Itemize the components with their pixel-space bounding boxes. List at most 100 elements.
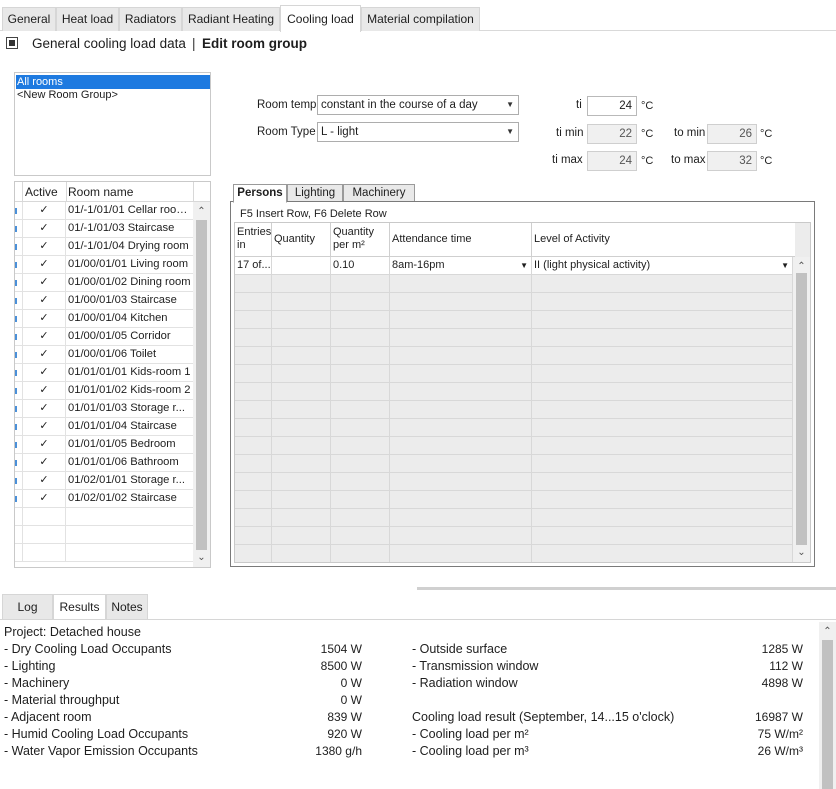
chevron-up-icon[interactable]: ⌃ bbox=[193, 206, 210, 218]
tab-material-compilation[interactable]: Material compilation bbox=[361, 7, 480, 31]
tab-heat-load[interactable]: Heat load bbox=[56, 7, 119, 31]
empty-row[interactable] bbox=[235, 275, 793, 293]
tab-cooling-load[interactable]: Cooling load bbox=[280, 5, 361, 32]
column-quantity-per-m2[interactable]: Quantity per m² bbox=[331, 223, 390, 257]
empty-cell[interactable] bbox=[532, 491, 793, 509]
empty-cell[interactable] bbox=[272, 275, 331, 293]
chevron-up-icon[interactable]: ⌃ bbox=[793, 261, 810, 273]
empty-cell[interactable] bbox=[331, 437, 390, 455]
empty-cell[interactable] bbox=[331, 473, 390, 491]
room-group-item[interactable]: All rooms bbox=[16, 75, 210, 89]
empty-cell[interactable] bbox=[235, 437, 272, 455]
empty-cell[interactable] bbox=[331, 401, 390, 419]
empty-cell[interactable] bbox=[272, 347, 331, 365]
room-name-cell[interactable]: 01/01/01/05 Bedroom bbox=[67, 436, 193, 453]
empty-cell[interactable] bbox=[390, 527, 532, 545]
room-name-cell[interactable]: 01/00/01/02 Dining room bbox=[67, 274, 193, 291]
tab-log[interactable]: Log bbox=[2, 594, 53, 619]
general-cooling-load-link[interactable]: General cooling load data bbox=[32, 36, 186, 51]
empty-cell[interactable] bbox=[235, 347, 272, 365]
active-checkbox[interactable]: ✓ bbox=[23, 436, 66, 453]
empty-cell[interactable] bbox=[390, 365, 532, 383]
active-checkbox[interactable]: ✓ bbox=[23, 472, 66, 489]
empty-cell[interactable] bbox=[235, 383, 272, 401]
empty-cell[interactable] bbox=[331, 293, 390, 311]
empty-cell[interactable] bbox=[390, 383, 532, 401]
empty-cell[interactable] bbox=[532, 473, 793, 491]
empty-cell[interactable] bbox=[235, 545, 272, 562]
empty-cell[interactable] bbox=[390, 437, 532, 455]
table-row[interactable]: ✓ 01/-1/01/04 Drying room bbox=[15, 238, 193, 256]
empty-cell[interactable] bbox=[390, 311, 532, 329]
active-checkbox[interactable]: ✓ bbox=[23, 346, 66, 363]
empty-cell[interactable] bbox=[390, 419, 532, 437]
room-temp-select[interactable]: constant in the course of a day ▼ bbox=[317, 95, 519, 115]
attendance-time-cell[interactable]: 8am-16pm ▼ bbox=[390, 257, 532, 275]
empty-row[interactable] bbox=[235, 311, 793, 329]
empty-cell[interactable] bbox=[331, 419, 390, 437]
room-name-cell[interactable]: 01/-1/01/03 Staircase bbox=[67, 220, 193, 237]
empty-cell[interactable] bbox=[272, 473, 331, 491]
table-row[interactable]: ✓ 01/01/01/04 Staircase bbox=[15, 418, 193, 436]
active-checkbox[interactable]: ✓ bbox=[23, 418, 66, 435]
empty-cell[interactable] bbox=[235, 527, 272, 545]
empty-cell[interactable] bbox=[272, 365, 331, 383]
room-name-cell[interactable]: 01/00/01/01 Living room bbox=[67, 256, 193, 273]
empty-cell[interactable] bbox=[235, 365, 272, 383]
empty-row[interactable] bbox=[235, 491, 793, 509]
empty-row[interactable] bbox=[235, 419, 793, 437]
column-quantity[interactable]: Quantity bbox=[272, 223, 331, 257]
room-name-cell[interactable] bbox=[67, 526, 193, 543]
table-row[interactable] bbox=[15, 544, 193, 562]
empty-cell[interactable] bbox=[532, 455, 793, 473]
tab-general[interactable]: General bbox=[2, 7, 56, 31]
empty-cell[interactable] bbox=[331, 491, 390, 509]
checkbox-icon[interactable] bbox=[6, 37, 18, 49]
active-checkbox[interactable] bbox=[23, 526, 66, 543]
empty-cell[interactable] bbox=[272, 383, 331, 401]
table-row[interactable]: ✓ 01/00/01/04 Kitchen bbox=[15, 310, 193, 328]
empty-row[interactable] bbox=[235, 509, 793, 527]
empty-cell[interactable] bbox=[532, 311, 793, 329]
empty-cell[interactable] bbox=[235, 329, 272, 347]
empty-cell[interactable] bbox=[331, 329, 390, 347]
empty-cell[interactable] bbox=[331, 347, 390, 365]
empty-row[interactable] bbox=[235, 347, 793, 365]
column-room-name[interactable]: Room name bbox=[68, 185, 133, 199]
table-row[interactable]: ✓ 01/01/01/05 Bedroom bbox=[15, 436, 193, 454]
persons-grid-scrollbar[interactable]: ⌃ ⌄ bbox=[793, 257, 810, 562]
empty-cell[interactable] bbox=[390, 401, 532, 419]
empty-cell[interactable] bbox=[272, 437, 331, 455]
empty-cell[interactable] bbox=[331, 509, 390, 527]
table-row[interactable]: ✓ 01/02/01/01 Storage r... bbox=[15, 472, 193, 490]
empty-cell[interactable] bbox=[331, 455, 390, 473]
room-name-cell[interactable]: 01/01/01/04 Staircase bbox=[67, 418, 193, 435]
empty-cell[interactable] bbox=[272, 311, 331, 329]
empty-cell[interactable] bbox=[272, 329, 331, 347]
ti-input[interactable]: 24 bbox=[587, 96, 637, 116]
empty-cell[interactable] bbox=[235, 419, 272, 437]
empty-row[interactable] bbox=[235, 383, 793, 401]
table-row[interactable]: ✓ 01/-1/01/03 Staircase bbox=[15, 220, 193, 238]
empty-cell[interactable] bbox=[331, 383, 390, 401]
empty-row[interactable] bbox=[235, 329, 793, 347]
active-checkbox[interactable]: ✓ bbox=[23, 256, 66, 273]
empty-cell[interactable] bbox=[272, 527, 331, 545]
room-name-cell[interactable]: 01/00/01/05 Corridor bbox=[67, 328, 193, 345]
empty-cell[interactable] bbox=[532, 365, 793, 383]
room-name-cell[interactable]: 01/02/01/01 Storage r... bbox=[67, 472, 193, 489]
empty-cell[interactable] bbox=[390, 491, 532, 509]
table-row[interactable]: ✓ 01/00/01/03 Staircase bbox=[15, 292, 193, 310]
active-checkbox[interactable]: ✓ bbox=[23, 220, 66, 237]
column-entries-in[interactable]: Entries in bbox=[235, 223, 272, 257]
table-row[interactable]: ✓ 01/00/01/02 Dining room bbox=[15, 274, 193, 292]
tab-results[interactable]: Results bbox=[53, 594, 106, 619]
empty-cell[interactable] bbox=[532, 401, 793, 419]
chevron-down-icon[interactable]: ▼ bbox=[781, 257, 789, 274]
room-name-cell[interactable]: 01/00/01/03 Staircase bbox=[67, 292, 193, 309]
empty-cell[interactable] bbox=[235, 275, 272, 293]
table-row[interactable]: ✓ 01/01/01/06 Bathroom bbox=[15, 454, 193, 472]
empty-cell[interactable] bbox=[390, 293, 532, 311]
table-row[interactable] bbox=[15, 508, 193, 526]
empty-cell[interactable] bbox=[532, 293, 793, 311]
